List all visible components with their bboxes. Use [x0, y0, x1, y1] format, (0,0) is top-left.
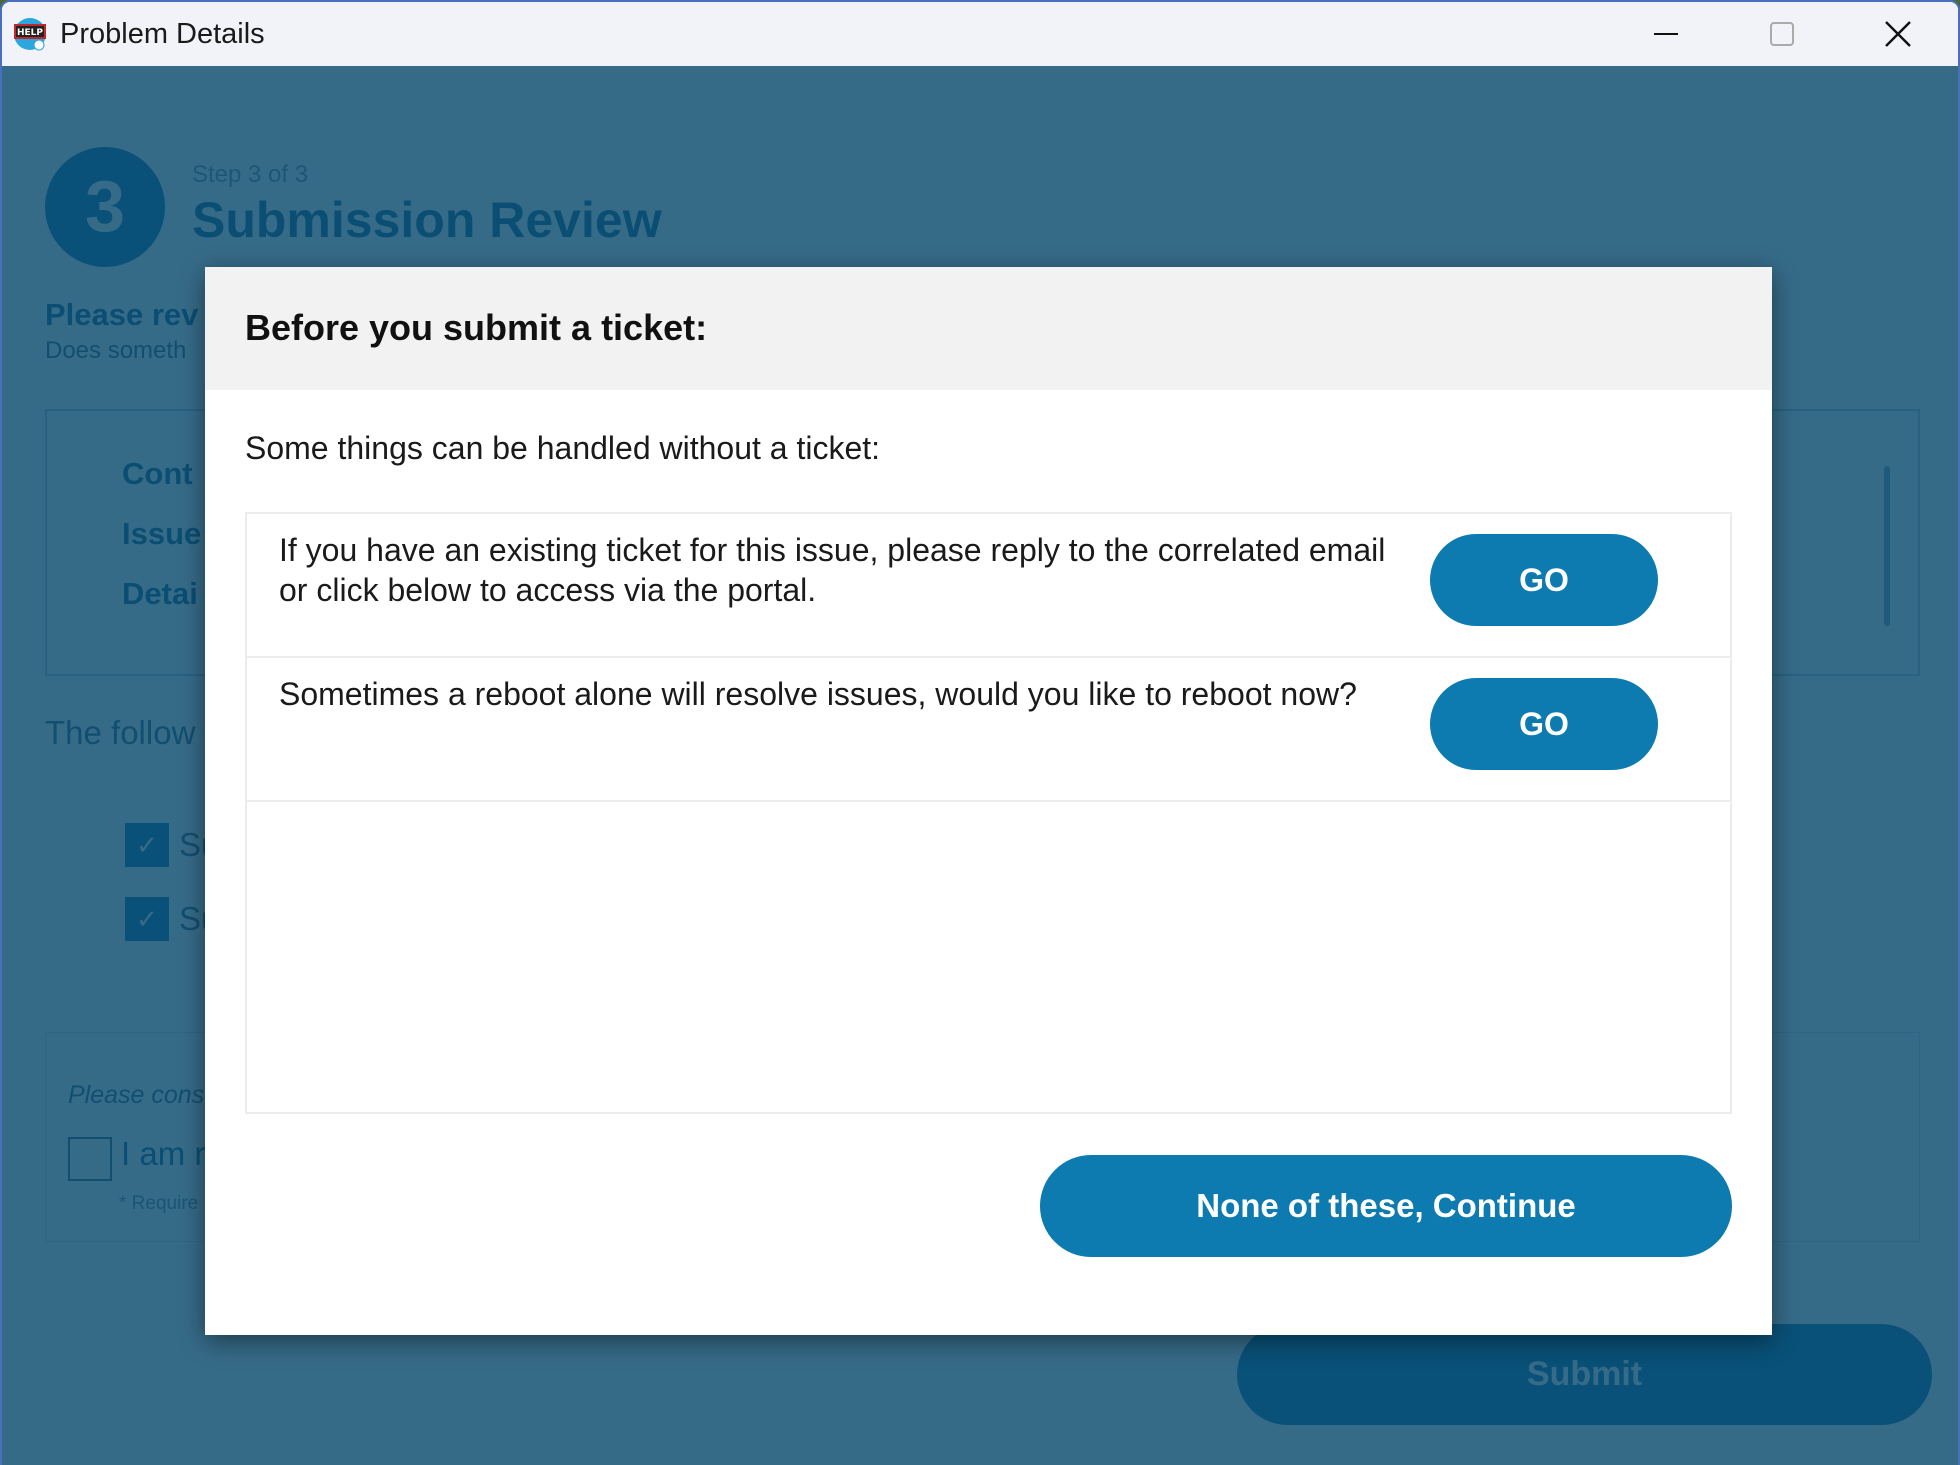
close-icon: [1885, 21, 1911, 47]
go-reboot-button[interactable]: GO: [1430, 678, 1658, 770]
window-title: Problem Details: [60, 18, 265, 50]
maximize-icon: [1770, 22, 1794, 46]
maximize-button[interactable]: [1724, 2, 1840, 66]
before-submit-dialog: Before you submit a ticket: Some things …: [205, 267, 1772, 1335]
dialog-header: Before you submit a ticket:: [205, 267, 1772, 390]
problem-details-window: HELP Problem Details 3 Step 3 of 3 Submi…: [0, 0, 1960, 1465]
self-help-options: If you have an existing ticket for this …: [245, 512, 1732, 1114]
dialog-intro: Some things can be handled without a tic…: [245, 430, 881, 466]
close-button[interactable]: [1840, 2, 1956, 66]
svg-text:HELP: HELP: [17, 28, 43, 38]
option-reboot: Sometimes a reboot alone will resolve is…: [247, 658, 1730, 802]
continue-button[interactable]: None of these, Continue: [1040, 1155, 1732, 1257]
option-text: Sometimes a reboot alone will resolve is…: [279, 676, 1357, 712]
title-bar: HELP Problem Details: [2, 2, 1958, 66]
option-text: If you have an existing ticket for this …: [279, 532, 1386, 608]
minimize-button[interactable]: [1608, 2, 1724, 66]
dialog-title: Before you submit a ticket:: [245, 307, 708, 348]
help-globe-icon: HELP: [14, 18, 46, 51]
go-portal-button[interactable]: GO: [1430, 534, 1658, 626]
minimize-icon: [1654, 33, 1678, 35]
option-existing-ticket: If you have an existing ticket for this …: [247, 514, 1730, 658]
